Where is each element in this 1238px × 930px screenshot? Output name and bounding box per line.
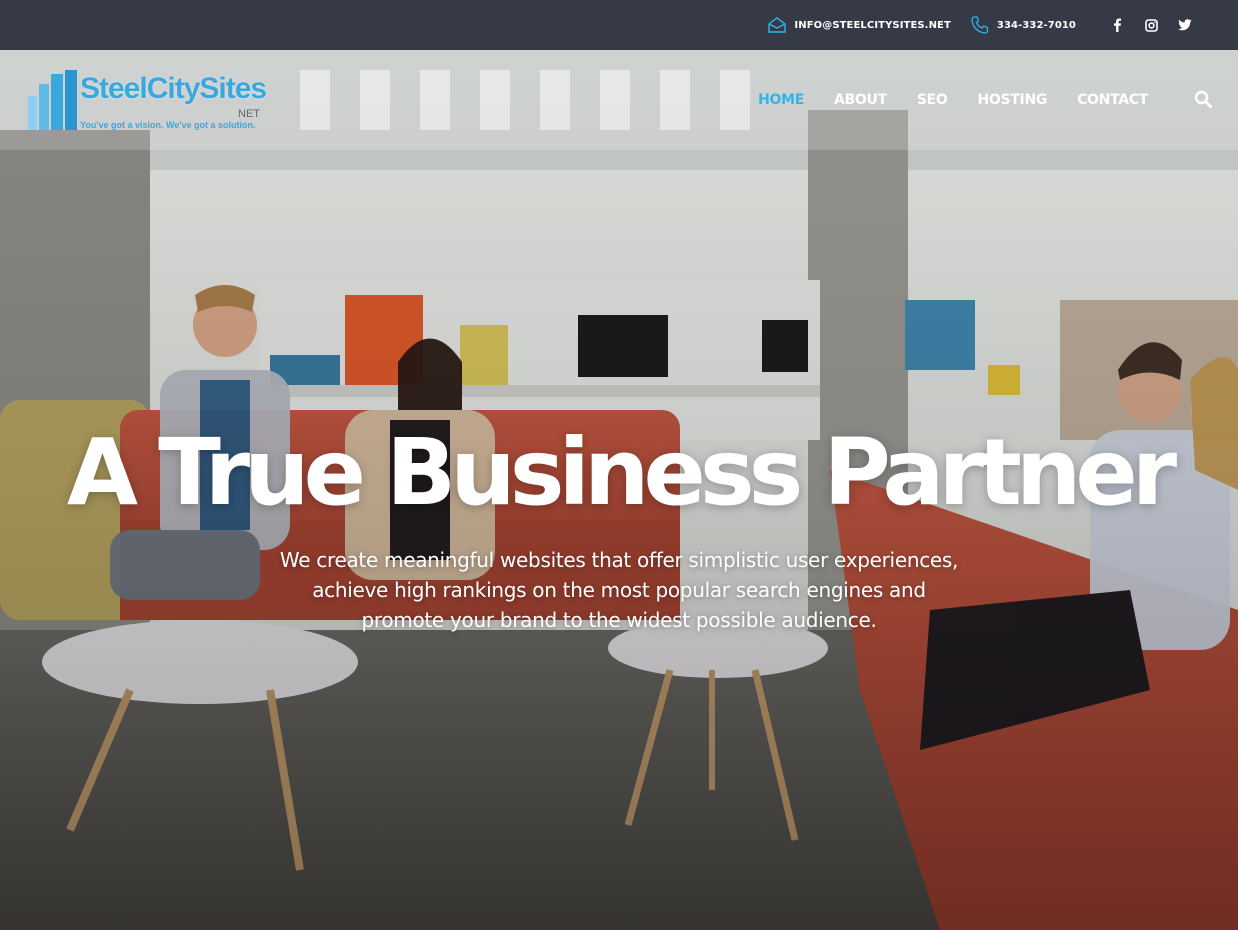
logo-tagline: You've got a vision. We've got a solutio… <box>80 120 256 130</box>
social-links <box>1100 10 1202 40</box>
hero-subtitle-line: promote your brand to the widest possibl… <box>361 608 877 632</box>
nav-item-about[interactable]: ABOUT <box>834 92 887 108</box>
phone-contact[interactable]: 334-332-7010 <box>971 16 1076 34</box>
nav-item-seo[interactable]: SEO <box>917 92 948 108</box>
nav-item-hosting[interactable]: HOSTING <box>978 92 1048 108</box>
phone-icon <box>971 16 989 34</box>
phone-number[interactable]: 334-332-7010 <box>997 20 1076 31</box>
email-address[interactable]: INFO@STEELCITYSITES.NET <box>794 20 951 31</box>
building-bars-icon <box>28 70 77 130</box>
hero-subtitle-line: We create meaningful websites that offer… <box>279 548 959 572</box>
site-logo[interactable]: SteelCitySites NET You've got a vision. … <box>28 68 278 134</box>
nav-menu: HOME ABOUT SEO HOSTING CONTACT <box>728 50 1148 150</box>
top-contact-bar: INFO@STEELCITYSITES.NET 334-332-7010 <box>0 0 1238 50</box>
email-contact[interactable]: INFO@STEELCITYSITES.NET <box>768 17 951 33</box>
nav-item-contact[interactable]: CONTACT <box>1077 92 1148 108</box>
hero-subtitle-line: achieve high rankings on the most popula… <box>312 578 926 602</box>
nav-item-home[interactable]: HOME <box>758 92 804 108</box>
facebook-icon[interactable] <box>1100 10 1134 40</box>
instagram-icon[interactable] <box>1134 10 1168 40</box>
logo-brand-text: SteelCitySites <box>80 72 267 105</box>
search-icon[interactable] <box>1194 90 1214 110</box>
main-navigation: SteelCitySites NET You've got a vision. … <box>0 50 1238 150</box>
hero-subtitle: We create meaningful websites that offer… <box>219 545 1019 635</box>
logo-suffix: NET <box>238 108 260 120</box>
hero-headline: A True Business Partner <box>66 419 1177 526</box>
twitter-icon[interactable] <box>1168 10 1202 40</box>
envelope-icon <box>768 17 787 33</box>
